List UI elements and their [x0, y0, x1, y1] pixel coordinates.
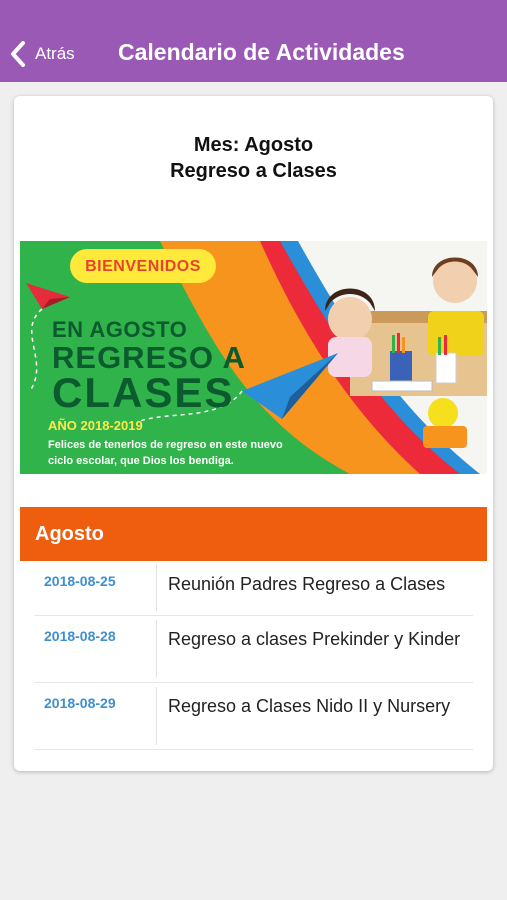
- back-label: Atrás: [35, 44, 75, 63]
- activity-card: Mes: Agosto Regreso a Clases BIENVENIDOS…: [14, 96, 493, 771]
- divider: [156, 620, 157, 678]
- page-title: Calendario de Actividades: [118, 39, 405, 65]
- banner-year: AÑO 2018-2019: [48, 418, 143, 433]
- back-button[interactable]: Atrás: [10, 36, 75, 72]
- nav-bar: Atrás Calendario de Actividades: [0, 0, 507, 82]
- month-section-label: Agosto: [35, 523, 104, 545]
- event-row[interactable]: 2018-08-29 Regreso a Clases Nido II y Nu…: [34, 683, 473, 750]
- event-date: 2018-08-28: [44, 628, 116, 644]
- month-line: Mes: Agosto: [193, 134, 314, 156]
- divider: [156, 687, 157, 745]
- card-heading: Mes: Agosto Regreso a Clases: [14, 132, 493, 184]
- chevron-left-icon: [10, 41, 26, 67]
- event-list: 2018-08-25 Reunión Padres Regreso a Clas…: [34, 561, 473, 750]
- welcome-banner: BIENVENIDOS EN AGOSTO REGRESO A CLASES A…: [20, 241, 487, 474]
- card-subtitle: Regreso a Clases: [170, 160, 337, 182]
- event-date: 2018-08-29: [44, 695, 116, 711]
- banner-message: Felices de tenerlos de regreso en este n…: [48, 439, 283, 467]
- banner-headline-3: CLASES: [52, 369, 235, 416]
- event-row[interactable]: 2018-08-28 Regreso a clases Prekinder y …: [34, 616, 473, 683]
- banner-welcome: BIENVENIDOS: [85, 258, 201, 275]
- month-section-header: Agosto: [20, 507, 487, 561]
- event-title: Regreso a clases Prekinder y Kinder: [168, 629, 461, 649]
- event-title: Regreso a Clases Nido II y Nursery: [168, 696, 451, 716]
- event-date: 2018-08-25: [44, 573, 116, 589]
- divider: [156, 565, 157, 611]
- event-row[interactable]: 2018-08-25 Reunión Padres Regreso a Clas…: [34, 561, 473, 616]
- event-title: Reunión Padres Regreso a Clases: [168, 574, 446, 594]
